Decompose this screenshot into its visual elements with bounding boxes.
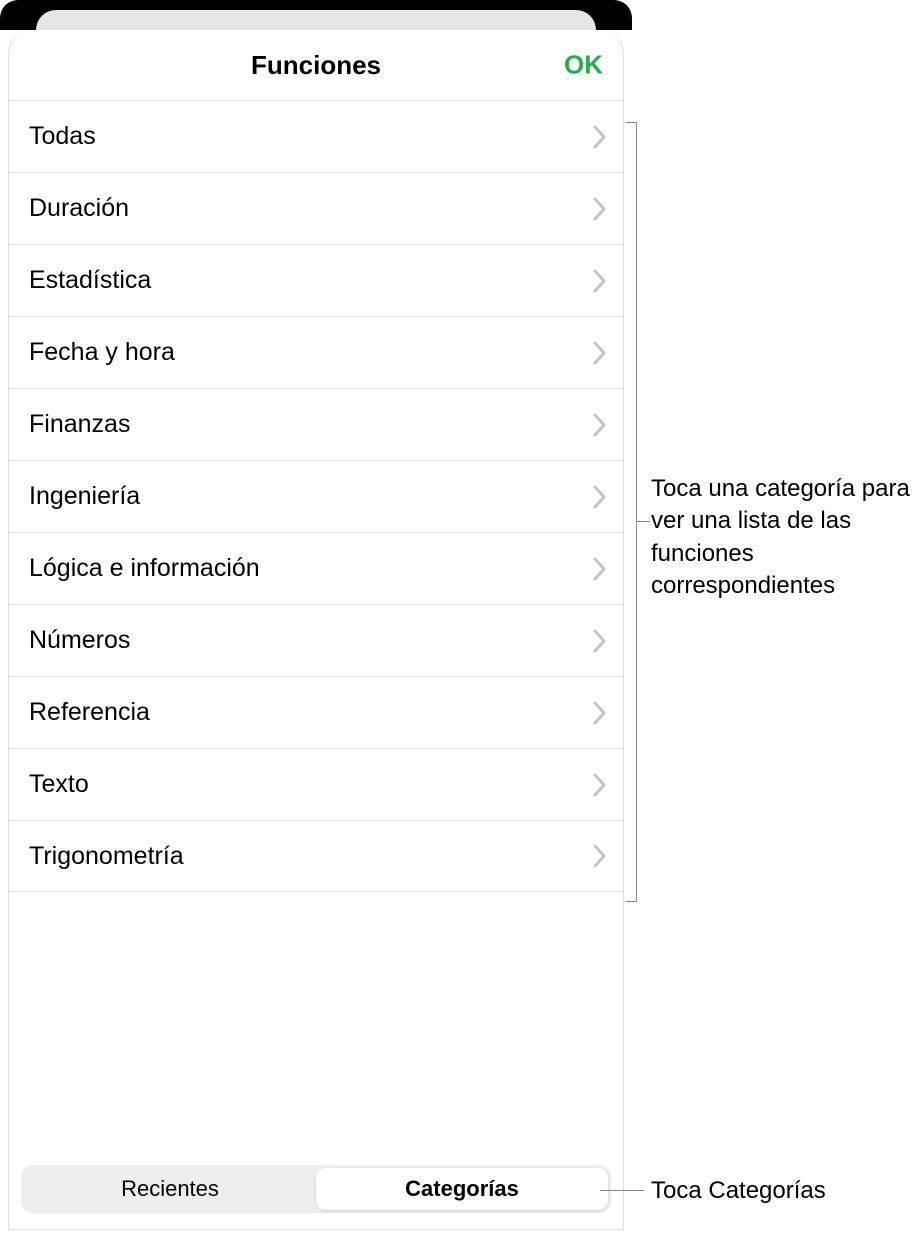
chevron-right-icon	[593, 629, 607, 653]
category-label: Estadística	[29, 266, 151, 295]
tab-label: Recientes	[121, 1176, 219, 1202]
callout-category-list: Toca una categoría para ver una lista de…	[651, 473, 911, 603]
category-label: Trigonometría	[29, 842, 184, 871]
chevron-right-icon	[593, 413, 607, 437]
category-label: Fecha y hora	[29, 338, 175, 367]
category-fecha-hora[interactable]: Fecha y hora	[9, 316, 623, 388]
chevron-right-icon	[593, 557, 607, 581]
category-numeros[interactable]: Números	[9, 604, 623, 676]
callout-connector	[600, 1190, 644, 1191]
category-texto[interactable]: Texto	[9, 748, 623, 820]
panel-title: Funciones	[251, 50, 381, 81]
category-trigonometria[interactable]: Trigonometría	[9, 820, 623, 892]
category-label: Ingeniería	[29, 482, 140, 511]
chevron-right-icon	[593, 701, 607, 725]
segmented-control: Recientes Categorías	[21, 1165, 611, 1213]
chevron-right-icon	[593, 125, 607, 149]
chevron-right-icon	[593, 269, 607, 293]
category-label: Finanzas	[29, 410, 130, 439]
category-todas[interactable]: Todas	[9, 100, 623, 172]
category-logica-informacion[interactable]: Lógica e información	[9, 532, 623, 604]
category-label: Texto	[29, 770, 89, 799]
callout-tabs: Toca Categorías	[651, 1175, 911, 1207]
tab-recientes[interactable]: Recientes	[24, 1168, 316, 1210]
panel-header: Funciones OK	[9, 30, 623, 100]
functions-panel: Funciones OK Todas Duración Estadística	[8, 30, 624, 1230]
chevron-right-icon	[593, 844, 607, 868]
category-ingenieria[interactable]: Ingeniería	[9, 460, 623, 532]
tab-label: Categorías	[405, 1176, 519, 1202]
category-label: Duración	[29, 194, 129, 223]
device-frame: Funciones OK Todas Duración Estadística	[0, 0, 632, 1234]
category-duracion[interactable]: Duración	[9, 172, 623, 244]
bottom-bar: Recientes Categorías	[9, 1155, 623, 1229]
chevron-right-icon	[593, 197, 607, 221]
ok-button[interactable]: OK	[564, 50, 603, 81]
category-label: Lógica e información	[29, 554, 260, 583]
chevron-right-icon	[593, 773, 607, 797]
category-label: Números	[29, 626, 130, 655]
category-list: Todas Duración Estadística Fecha y hora	[9, 100, 623, 1155]
tab-categorias[interactable]: Categorías	[316, 1168, 608, 1210]
chevron-right-icon	[593, 341, 607, 365]
category-label: Todas	[29, 122, 96, 151]
callout-bracket	[626, 122, 642, 902]
category-finanzas[interactable]: Finanzas	[9, 388, 623, 460]
category-estadistica[interactable]: Estadística	[9, 244, 623, 316]
category-referencia[interactable]: Referencia	[9, 676, 623, 748]
chevron-right-icon	[593, 485, 607, 509]
category-label: Referencia	[29, 698, 150, 727]
